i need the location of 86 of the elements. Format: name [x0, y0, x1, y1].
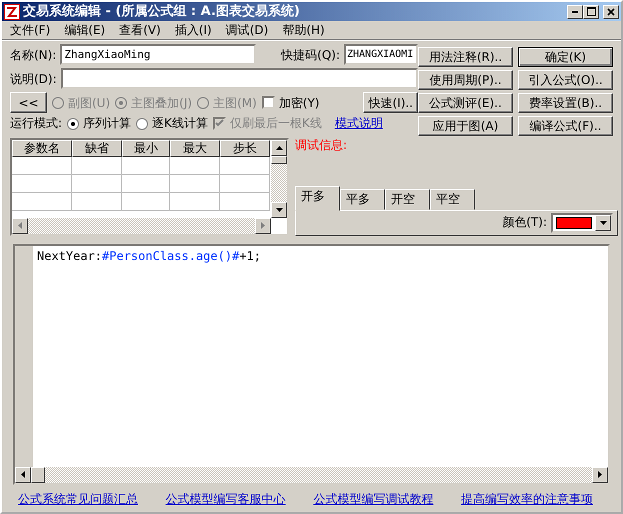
maximize-icon [586, 7, 596, 16]
option-label: 副图(U) [68, 96, 110, 110]
code-editor[interactable]: NextYear:#PersonClass.age()#+1; [13, 244, 610, 485]
quick-button[interactable]: 快速(I).. [363, 92, 418, 114]
grid-cell[interactable] [12, 174, 72, 193]
minimize-icon [572, 10, 578, 12]
help-link[interactable]: 公式模型编写调试教程 [313, 492, 434, 506]
close-icon [607, 8, 615, 16]
collapse-button[interactable]: << [10, 92, 47, 114]
debug-label: 调试信息: [295, 138, 348, 152]
option-label: 主图叠加(J) [131, 96, 192, 110]
field-label: 名称(N): [10, 48, 56, 62]
menu-item[interactable]: 插入(I) [168, 22, 220, 38]
grid-cell[interactable] [12, 192, 72, 211]
right-arrow-icon [598, 471, 602, 478]
column-header: 缺省 [72, 140, 122, 157]
code-line: NextYear:#PersonClass.age()#+1; [36, 248, 261, 265]
dialog-button[interactable]: 引入公式(O).. [518, 70, 613, 90]
grid-cell[interactable] [170, 174, 220, 193]
dropdown-arrow-icon [600, 220, 606, 225]
left-arrow-icon [18, 222, 22, 230]
horizontal-scrollbar[interactable] [15, 466, 608, 483]
horizontal-scrollbar[interactable] [12, 218, 271, 234]
help-link[interactable]: 公式模型编写客服中心 [166, 492, 286, 506]
signal-tab[interactable]: 平空 [430, 189, 475, 210]
up-arrow-icon [276, 146, 282, 150]
grid-cell[interactable] [220, 174, 270, 193]
menu-item[interactable]: 查看(V) [113, 22, 169, 38]
help-link[interactable]: 提高编写效率的注意事项 [460, 492, 593, 506]
description-field[interactable] [60, 68, 418, 90]
signal-tab[interactable]: 平多 [340, 189, 385, 210]
option-label: 序列计算 [83, 116, 132, 131]
grid-cell[interactable] [220, 156, 270, 175]
dialog-button[interactable]: 用法注释(R).. [418, 47, 513, 68]
menu-item[interactable]: 文件(F) [4, 22, 58, 38]
option-label: 主图(M) [213, 96, 257, 110]
help-link[interactable]: 公式系统常见问题汇总 [18, 492, 138, 506]
grid-cell[interactable] [122, 192, 170, 211]
minimize-button[interactable] [567, 4, 583, 18]
signal-tab[interactable]: 开多 [295, 186, 340, 211]
menu-item[interactable]: 调试(D) [220, 22, 276, 38]
checkbox[interactable] [262, 96, 275, 110]
close-button[interactable] [603, 4, 619, 18]
color-label: 颜色(T): [502, 215, 547, 230]
dialog-button[interactable]: 公式测评(E).. [418, 93, 513, 114]
dialog-button[interactable]: 使用周期(P).. [418, 70, 513, 90]
signal-tab[interactable]: 开空 [385, 189, 430, 210]
column-header: 最小 [122, 140, 170, 157]
option-label: 逐K线计算 [152, 116, 208, 131]
dialog-button[interactable]: 确定(K) [518, 47, 613, 68]
grid-cell[interactable] [122, 174, 170, 193]
run-mode-label: 运行模式: [10, 116, 62, 131]
radio-button[interactable] [136, 118, 148, 130]
grid-cell[interactable] [122, 156, 170, 175]
right-arrow-icon [261, 222, 265, 230]
mode-help-link[interactable]: 模式说明 [334, 116, 383, 131]
window-title: 交易系统编辑 - (所属公式组 : A.图表交易系统) [23, 4, 301, 20]
field-label: 快捷码(Q): [281, 48, 340, 62]
name-field[interactable]: ZhangXiaoMing [60, 44, 256, 66]
vertical-scrollbar[interactable] [271, 140, 287, 218]
left-arrow-icon [21, 471, 25, 478]
grid-cell[interactable] [72, 192, 122, 211]
app-icon [4, 4, 20, 20]
dialog-button[interactable]: 编译公式(F).. [518, 116, 613, 136]
field-label: 说明(D): [10, 72, 57, 86]
menu-item[interactable]: 编辑(E) [58, 22, 114, 38]
grid-cell[interactable] [72, 174, 122, 193]
maximize-button[interactable] [583, 4, 599, 18]
scroll-thumb[interactable] [31, 466, 45, 483]
option-label: 加密(Y) [278, 96, 320, 110]
color-dropdown[interactable] [551, 212, 613, 233]
grid-cell[interactable] [72, 156, 122, 175]
option-label: 仅刷最后一根K线 [230, 116, 322, 131]
grid-cell[interactable] [170, 156, 220, 175]
dialog-button[interactable]: 费率设置(B).. [518, 93, 613, 114]
column-header: 参数名 [12, 140, 72, 157]
dialog-button[interactable]: 应用于图(A) [418, 116, 513, 136]
radio-button[interactable] [67, 118, 80, 130]
grid-cell[interactable] [170, 192, 220, 211]
grid-cell[interactable] [220, 192, 270, 211]
shortcut-field[interactable]: ZHANGXIAOMI [344, 44, 418, 66]
down-arrow-icon [276, 208, 282, 212]
column-header: 最大 [170, 140, 220, 157]
grid-cell[interactable] [12, 156, 72, 175]
column-header: 步长 [220, 140, 270, 157]
menu-item[interactable]: 帮助(H) [276, 22, 333, 38]
